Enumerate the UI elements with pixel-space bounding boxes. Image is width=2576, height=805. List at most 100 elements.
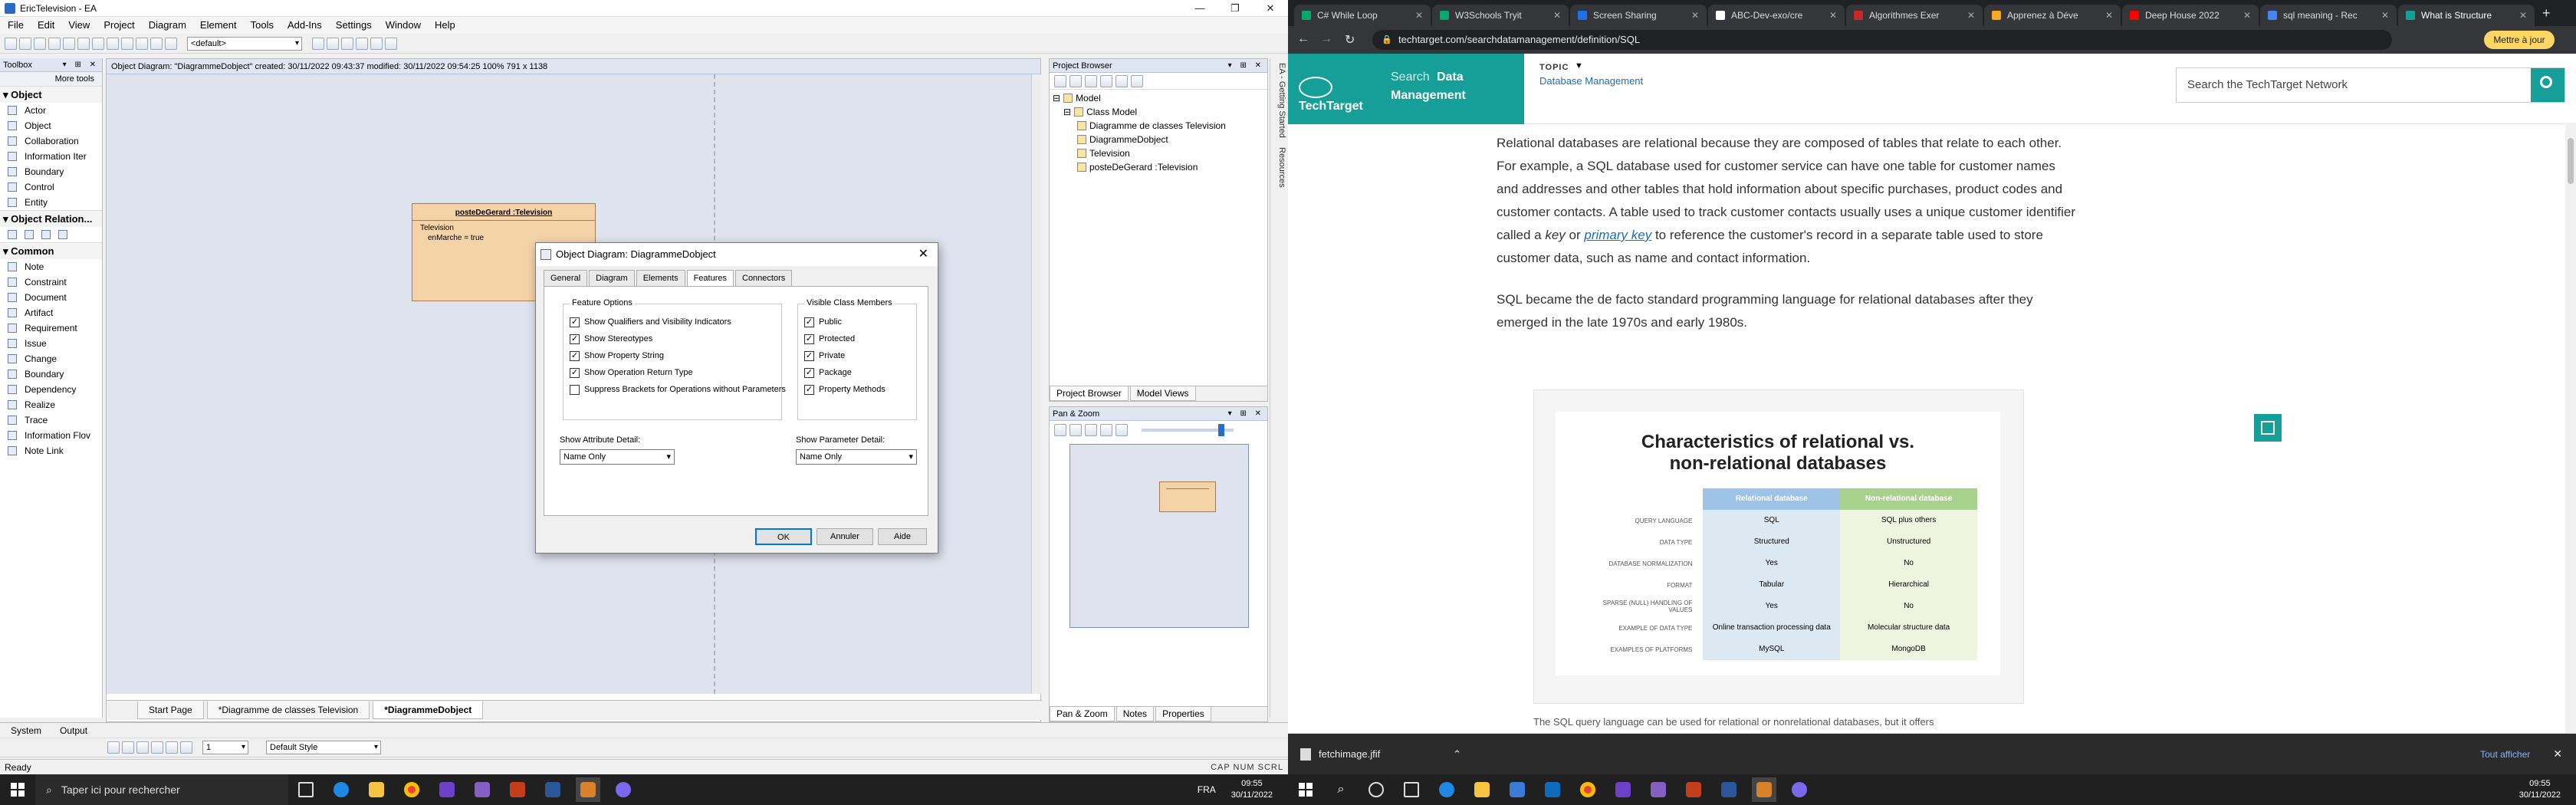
taskbar-clock[interactable]: 09:55 30/11/2022 bbox=[2519, 778, 2561, 801]
show-all-button[interactable]: Tout afficher bbox=[2480, 749, 2530, 760]
toolbox-item-requirement[interactable]: Requirement bbox=[0, 320, 102, 336]
tab-features[interactable]: Features bbox=[686, 270, 734, 287]
menu-help[interactable]: Help bbox=[435, 17, 455, 34]
checkbox-show-stereotypes[interactable]: ✓ Show Stereotypes bbox=[570, 330, 781, 347]
checkbox-private[interactable]: ✓ Private bbox=[804, 347, 916, 364]
url-field[interactable]: techtarget.com/searchdatamanagement/defi… bbox=[1372, 30, 2392, 50]
side-tab-ea-getting-started[interactable]: EA - Getting Started bbox=[1270, 58, 1288, 143]
new-diagram-icon[interactable] bbox=[1070, 74, 1082, 87]
relation-tool-icon[interactable] bbox=[25, 230, 34, 239]
copy-icon[interactable] bbox=[77, 37, 90, 50]
toolbox-group-common[interactable]: ▾ Common bbox=[0, 242, 102, 259]
workspace-select[interactable]: <default> bbox=[187, 36, 302, 51]
toolbox-group-object[interactable]: ▾ Object bbox=[0, 86, 102, 103]
toolbox-item-issue[interactable]: Issue bbox=[0, 336, 102, 351]
tree-node-diagrammedobject[interactable]: DiagrammeDobject bbox=[1053, 133, 1267, 146]
checkbox-show-qualifiers-and-visibility-indicators[interactable]: ✓ Show Qualifiers and Visibility Indicato… bbox=[570, 314, 781, 330]
site-info-icon[interactable]: 🔒 bbox=[1382, 34, 1392, 44]
edge-icon[interactable] bbox=[329, 777, 353, 802]
new-package-icon[interactable] bbox=[1054, 74, 1066, 87]
checkbox-show-operation-return-type[interactable]: ✓ Show Operation Return Type bbox=[570, 364, 781, 381]
primary-key-link[interactable]: primary key bbox=[1584, 228, 1651, 242]
zoom-icon[interactable] bbox=[150, 37, 163, 50]
tab-pan-zoom[interactable]: Pan & Zoom bbox=[1050, 707, 1115, 721]
new-icon[interactable] bbox=[5, 37, 17, 50]
print-icon[interactable] bbox=[48, 37, 61, 50]
windows-start-icon[interactable] bbox=[5, 777, 30, 802]
layout-icon[interactable] bbox=[165, 37, 177, 50]
checkbox-box[interactable]: ✓ bbox=[570, 350, 580, 361]
mail-icon[interactable] bbox=[1540, 777, 1565, 802]
redo-icon[interactable] bbox=[121, 37, 133, 50]
toolbox-item-entity[interactable]: Entity bbox=[0, 195, 102, 210]
checkbox-box[interactable]: ✓ bbox=[570, 367, 580, 378]
techtarget-logo[interactable]: TechTarget Search Data Management bbox=[1288, 54, 1524, 124]
pane-controls[interactable]: ▾ ⊞ ✕ bbox=[1228, 407, 1264, 421]
taskbar-clock[interactable]: 09:55 30/11/2022 bbox=[1231, 778, 1273, 801]
pan-zoom-overview[interactable] bbox=[1070, 444, 1249, 628]
fill-icon[interactable] bbox=[107, 741, 120, 754]
toolbox-group-object-relation[interactable]: ▾ Object Relation... bbox=[0, 210, 102, 227]
relation-tool-icon[interactable] bbox=[41, 230, 51, 239]
close-icon[interactable]: ✕ bbox=[1553, 5, 1561, 26]
tree-node-model[interactable]: ⊟ Model bbox=[1053, 91, 1267, 105]
tab-notes[interactable]: Notes bbox=[1116, 707, 1155, 721]
github-desktop-icon[interactable] bbox=[435, 777, 459, 802]
menu-settings[interactable]: Settings bbox=[336, 17, 372, 34]
menu-view[interactable]: View bbox=[68, 17, 90, 34]
bottom-tab-system[interactable]: System bbox=[11, 725, 41, 736]
browser-tab-algorithmes-exer[interactable]: Algorithmes Exer ✕ bbox=[1846, 5, 1983, 26]
side-tab-resources[interactable]: Resources bbox=[1270, 143, 1288, 192]
toolbox-item-artifact[interactable]: Artifact bbox=[0, 305, 102, 320]
new-element-icon[interactable] bbox=[1085, 74, 1097, 87]
toolbox-item-information-iter[interactable]: Information Iter bbox=[0, 149, 102, 164]
font-color-icon[interactable] bbox=[136, 741, 149, 754]
close-icon[interactable]: ✕ bbox=[2519, 5, 2527, 26]
toolbox-item-collaboration[interactable]: Collaboration bbox=[0, 133, 102, 149]
open-icon[interactable] bbox=[19, 37, 31, 50]
language-indicator[interactable]: FRA bbox=[1198, 784, 1216, 795]
close-icon[interactable]: ✕ bbox=[2243, 5, 2251, 26]
checkbox-property-methods[interactable]: ✓ Property Methods bbox=[804, 381, 916, 398]
task-view-icon[interactable] bbox=[1364, 777, 1388, 802]
expander-icon[interactable]: ⊟ bbox=[1063, 105, 1071, 119]
menu-window[interactable]: Window bbox=[386, 17, 421, 34]
bottom-tab-output[interactable]: Output bbox=[60, 725, 87, 736]
checkbox-box[interactable]: ✓ bbox=[804, 384, 814, 395]
cut-icon[interactable] bbox=[63, 37, 75, 50]
magnify-icon[interactable] bbox=[1116, 424, 1128, 436]
format-icon[interactable] bbox=[356, 37, 368, 50]
menu-project[interactable]: Project bbox=[104, 17, 134, 34]
checkbox-box[interactable]: ✓ bbox=[804, 367, 814, 378]
pane-controls[interactable]: ▾ ⊞ ✕ bbox=[1228, 59, 1264, 73]
powerpoint-icon[interactable] bbox=[1681, 777, 1706, 802]
tab-properties[interactable]: Properties bbox=[1155, 707, 1211, 721]
update-button[interactable]: Mettre à jour bbox=[2484, 31, 2555, 49]
zoom-out-icon[interactable] bbox=[180, 741, 192, 754]
doc-tab-diagramme-de-classes-television[interactable]: *Diagramme de classes Television bbox=[206, 702, 370, 719]
tree-node-diagramme-de-classes-television[interactable]: Diagramme de classes Television bbox=[1053, 119, 1267, 133]
tree-node-television[interactable]: Television bbox=[1053, 146, 1267, 160]
zoom-in-icon[interactable] bbox=[1054, 424, 1066, 436]
maximize-icon[interactable]: ❐ bbox=[1217, 0, 1253, 17]
word-icon[interactable] bbox=[540, 777, 565, 802]
taskbar-search[interactable]: ⌕ Taper ici pour rechercher bbox=[35, 774, 288, 805]
menu-diagram[interactable]: Diagram bbox=[149, 17, 186, 34]
checkbox-protected[interactable]: ✓ Protected bbox=[804, 330, 916, 347]
topic-link[interactable]: Database Management bbox=[1539, 75, 1643, 87]
chevron-down-icon[interactable]: ▼ bbox=[1575, 61, 1583, 71]
toolbox-item-boundary[interactable]: Boundary bbox=[0, 366, 102, 382]
toolbox-item-note-link[interactable]: Note Link bbox=[0, 443, 102, 458]
powerpoint-icon[interactable] bbox=[505, 777, 530, 802]
github-desktop-icon[interactable] bbox=[1611, 777, 1635, 802]
zoom-fit-icon[interactable] bbox=[1085, 424, 1097, 436]
visual-studio-icon[interactable] bbox=[1646, 777, 1671, 802]
windows-start-icon[interactable] bbox=[1293, 777, 1318, 802]
tab-elements[interactable]: Elements bbox=[636, 269, 685, 286]
tab-project-browser[interactable]: Project Browser bbox=[1050, 386, 1129, 401]
widgets-icon[interactable] bbox=[1399, 777, 1424, 802]
checkbox-show-property-string[interactable]: ✓ Show Property String bbox=[570, 347, 781, 364]
style-select[interactable]: Default Style bbox=[266, 741, 381, 754]
browser-tab-what-is-structure[interactable]: What is Structure ✕ bbox=[2398, 5, 2535, 26]
color-icon[interactable] bbox=[370, 37, 383, 50]
